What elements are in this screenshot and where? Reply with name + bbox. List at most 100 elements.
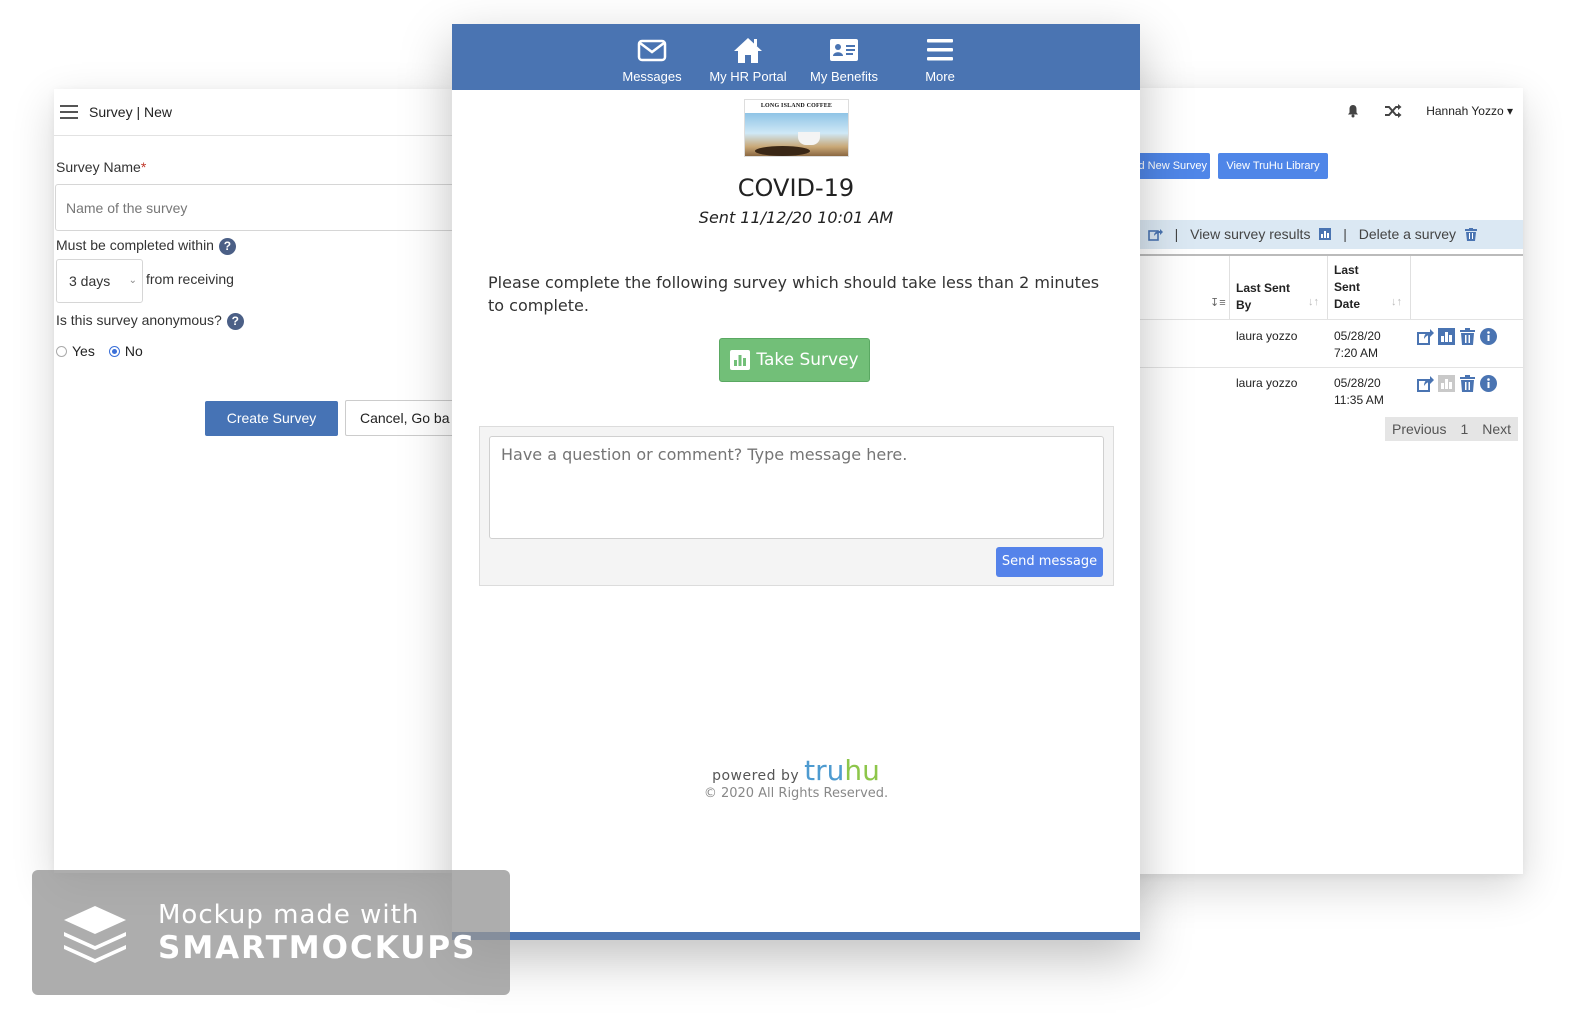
right-topbar: Hannah Yozzo ▾	[1100, 88, 1523, 134]
sort-desc-icon[interactable]: ↧≡	[1210, 296, 1226, 309]
bell-icon[interactable]	[1346, 104, 1360, 118]
take-survey-button[interactable]: Take Survey	[719, 338, 870, 382]
help-icon[interactable]: ?	[218, 237, 236, 255]
info-icon[interactable]	[1480, 328, 1497, 345]
anonymous-label-text: Is this survey anonymous?	[56, 312, 222, 328]
layers-icon	[64, 905, 126, 963]
row-divider	[1100, 367, 1523, 368]
message-body: Please complete the following survey whi…	[488, 273, 1100, 315]
user-menu[interactable]: Hannah Yozzo ▾	[1426, 104, 1513, 118]
sort-icon[interactable]: ↓↑	[1308, 296, 1319, 308]
share-icon[interactable]	[1417, 375, 1434, 392]
trash-icon[interactable]	[1464, 228, 1477, 241]
bar-chart-icon[interactable]	[1319, 228, 1332, 240]
user-name: Hannah Yozzo	[1426, 104, 1504, 118]
view-library-button[interactable]: View TruHu Library	[1218, 153, 1328, 179]
message-form: Send message	[479, 426, 1114, 586]
chevron-down-icon: ⌄	[128, 275, 137, 286]
column-divider	[1410, 256, 1411, 319]
copyright: © 2020 All Rights Reserved.	[703, 786, 889, 801]
watermark-line1: Mockup made with	[158, 899, 420, 930]
pagination: Previous 1 Next	[1385, 417, 1519, 441]
watermark-line2: SMARTMOCKUPS	[158, 929, 477, 966]
cancel-button[interactable]: Cancel, Go ba	[345, 400, 454, 436]
help-icon[interactable]: ?	[226, 312, 244, 330]
coffee-beans-icon	[755, 146, 810, 156]
message-title: COVID-19	[737, 174, 855, 202]
mockup-watermark: Mockup made with SMARTMOCKUPS	[32, 870, 510, 995]
message-input[interactable]	[489, 436, 1104, 539]
row-actions	[1417, 375, 1497, 392]
completed-within-label: Must be completed within?	[56, 237, 236, 255]
send-message-button[interactable]: Send message	[996, 547, 1103, 577]
row-divider	[1100, 319, 1523, 320]
radio-yes-label: Yes	[72, 343, 95, 359]
logo-text: LONG ISLAND COFFEE COMPANY	[745, 100, 848, 122]
brand-hu: hu	[844, 754, 880, 787]
days-select[interactable]: 3 days ⌄	[56, 259, 143, 303]
nav-hr-portal-label: My HR Portal	[709, 69, 787, 84]
id-card-icon	[830, 39, 858, 61]
days-select-value: 3 days	[69, 273, 111, 289]
nav-hr-portal[interactable]: My HR Portal	[700, 24, 796, 90]
hamburger-menu-icon[interactable]	[60, 105, 78, 119]
column-header-last-sent-by[interactable]: Last Sent By	[1236, 280, 1296, 314]
radio-yes[interactable]	[56, 345, 67, 357]
chevron-down-icon: ▾	[1506, 104, 1513, 118]
view-results-link[interactable]: View survey results	[1190, 226, 1310, 242]
radio-no[interactable]	[108, 345, 120, 357]
trash-icon[interactable]	[1459, 328, 1476, 345]
breadcrumb: Survey | New	[89, 104, 172, 120]
nav-benefits[interactable]: My Benefits	[796, 24, 892, 90]
column-divider	[1229, 256, 1230, 319]
message-sent-time: Sent 11/12/20 10:01 AM	[698, 208, 894, 227]
cell-time: 7:20 AM	[1334, 346, 1379, 360]
nav-messages[interactable]: Messages	[604, 24, 700, 90]
nav-messages-label: Messages	[622, 69, 682, 84]
completed-within-text: Must be completed within	[56, 237, 214, 253]
column-divider	[1327, 256, 1328, 319]
anonymous-radio-group: Yes No	[56, 343, 143, 359]
sort-icon[interactable]: ↓↑	[1391, 296, 1402, 308]
share-icon[interactable]	[1417, 328, 1434, 345]
pager-page[interactable]: 1	[1453, 417, 1475, 441]
bar-chart-icon	[730, 350, 751, 370]
pager-previous[interactable]: Previous	[1385, 417, 1453, 441]
delete-survey-link[interactable]: Delete a survey	[1359, 226, 1456, 242]
nav-more[interactable]: More	[892, 24, 988, 90]
bar-chart-icon[interactable]	[1438, 375, 1455, 392]
top-nav: Messages My HR Portal My Benefits More	[452, 24, 1140, 90]
column-header-last-sent-date[interactable]: Last Sent Date	[1334, 262, 1374, 313]
cell-date: 05/28/20	[1334, 329, 1381, 343]
cell-sent-by: laura yozzo	[1236, 329, 1298, 343]
company-logo: LONG ISLAND COFFEE COMPANY	[744, 99, 849, 157]
powered-by: powered by truhu	[452, 754, 1140, 787]
shuffle-icon[interactable]	[1384, 104, 1402, 118]
create-survey-button[interactable]: Create Survey	[205, 401, 338, 436]
bottom-bar	[452, 932, 1140, 940]
take-survey-label: Take Survey	[756, 350, 859, 370]
brand-tru: tru	[804, 754, 845, 787]
separator: |	[1174, 226, 1179, 242]
survey-name-label: Survey Name*	[56, 159, 146, 175]
share-icon[interactable]	[1147, 228, 1163, 241]
trash-icon[interactable]	[1459, 375, 1476, 392]
nav-more-label: More	[925, 69, 955, 84]
survey-name-input[interactable]	[55, 184, 454, 231]
envelope-icon	[637, 39, 667, 62]
cell-sent-by: laura yozzo	[1236, 376, 1298, 390]
info-icon[interactable]	[1480, 375, 1497, 392]
pager-next[interactable]: Next	[1475, 417, 1518, 441]
table-top-border	[1100, 254, 1523, 256]
bar-chart-icon[interactable]	[1438, 328, 1455, 345]
from-receiving-label: from receiving	[146, 271, 234, 287]
coffee-cup-icon	[798, 132, 820, 145]
nav-benefits-label: My Benefits	[810, 69, 878, 84]
survey-list-panel: Hannah Yozzo ▾ Add New Survey View TruHu…	[1100, 88, 1523, 874]
required-mark: *	[140, 159, 147, 175]
watermark-text: Mockup made with SMARTMOCKUPS	[158, 900, 476, 966]
survey-new-panel: Survey | New Survey Name* Must be comple…	[54, 89, 454, 873]
radio-no-label: No	[124, 343, 143, 359]
survey-name-label-text: Survey Name	[56, 159, 141, 175]
cell-time: 11:35 AM	[1334, 393, 1384, 407]
